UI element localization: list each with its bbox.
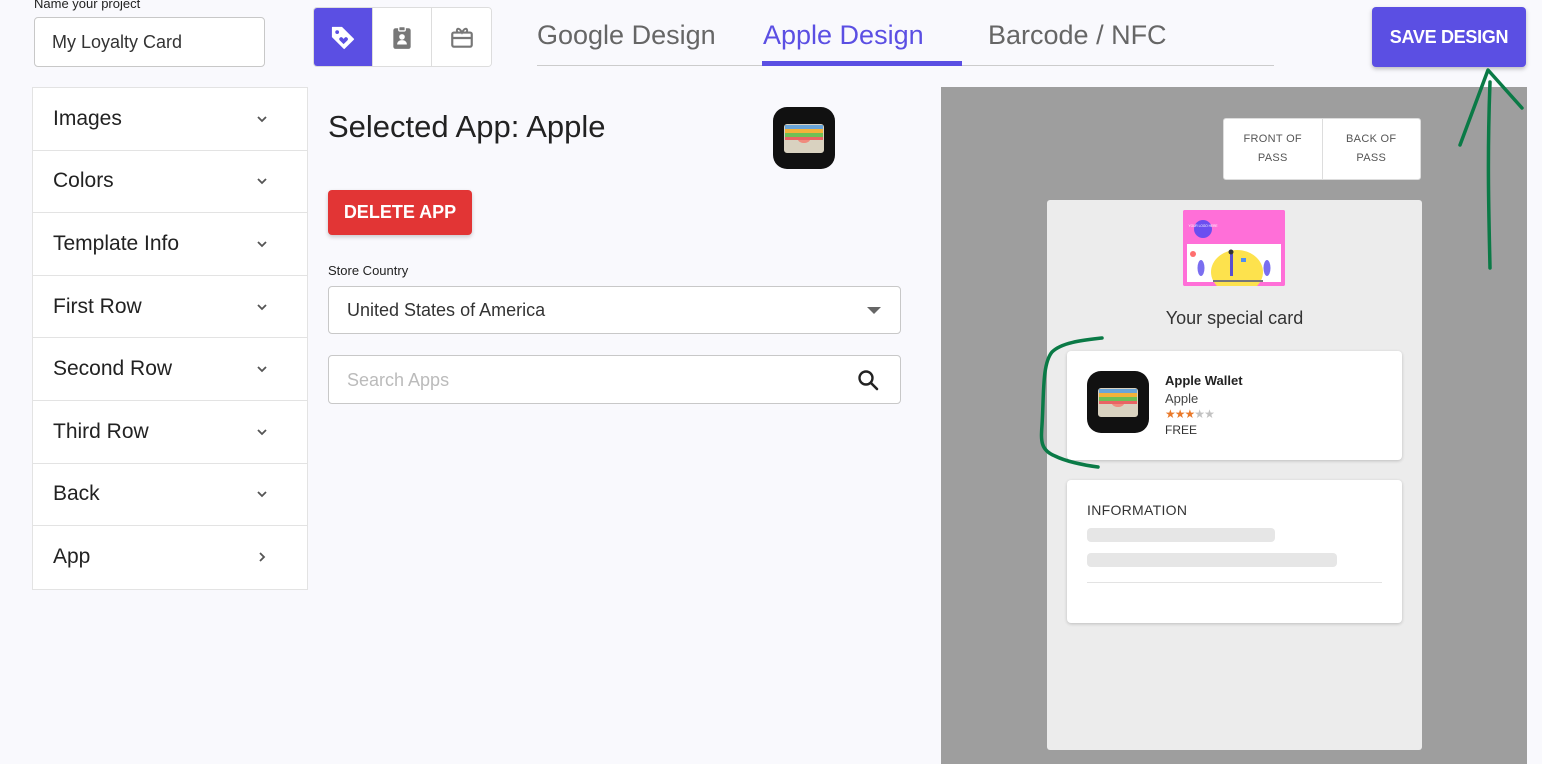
sidebar-item-label: Images bbox=[53, 106, 122, 130]
app-name: Apple Wallet bbox=[1165, 373, 1243, 388]
tab-apple-design[interactable]: Apple Design bbox=[763, 20, 924, 51]
id-badge-icon bbox=[393, 25, 411, 49]
star-empty-icon: ★ bbox=[1194, 407, 1205, 421]
store-country-label: Store Country bbox=[328, 263, 409, 278]
placeholder-line bbox=[1087, 553, 1337, 567]
star-filled-icon: ★ bbox=[1165, 407, 1176, 421]
tab-google-design[interactable]: Google Design bbox=[537, 20, 716, 51]
pass-preview-panel: FRONT OF PASS BACK OF PASS YOUR LOGO HER… bbox=[941, 87, 1527, 764]
wallet-app-icon bbox=[1087, 371, 1149, 433]
sidebar-item-label: Template Info bbox=[53, 231, 180, 255]
project-name-input[interactable]: My Loyalty Card bbox=[34, 17, 265, 67]
settings-sidebar: Images Colors Template Info First Row Se… bbox=[32, 87, 308, 590]
sidebar-item-label: Back bbox=[53, 482, 100, 506]
sidebar-item-app[interactable]: App bbox=[33, 526, 307, 589]
store-country-value: United States of America bbox=[347, 300, 546, 320]
sidebar-item-label: Colors bbox=[53, 169, 114, 193]
pass-type-loyalty-button[interactable] bbox=[314, 8, 373, 66]
star-filled-icon: ★ bbox=[1174, 407, 1186, 421]
sidebar-item-back[interactable]: Back bbox=[33, 464, 307, 527]
divider bbox=[1087, 582, 1382, 583]
selected-app-title: Selected App: Apple bbox=[328, 109, 606, 144]
sidebar-item-label: Second Row bbox=[53, 357, 173, 381]
dropdown-caret-icon bbox=[867, 307, 881, 314]
strip-image: YOUR LOGO HERE bbox=[1183, 210, 1285, 286]
chevron-down-icon bbox=[257, 366, 267, 373]
tab-barcode-nfc[interactable]: Barcode / NFC bbox=[988, 20, 1167, 51]
app-price: FREE bbox=[1165, 423, 1198, 437]
chevron-down-icon bbox=[257, 303, 267, 310]
strip-logo-text: YOUR LOGO HERE bbox=[1188, 224, 1217, 228]
star-empty-icon: ★ bbox=[1204, 407, 1215, 421]
search-apps-input[interactable]: Search Apps bbox=[328, 355, 901, 404]
linked-app-card[interactable]: Apple Wallet Apple ★★★★★ FREE bbox=[1067, 351, 1402, 460]
sidebar-item-second-row[interactable]: Second Row bbox=[33, 338, 307, 401]
sidebar-item-colors[interactable]: Colors bbox=[33, 151, 307, 214]
active-tab-indicator bbox=[762, 61, 962, 66]
chevron-right-icon bbox=[259, 552, 266, 563]
pass-preview-card: YOUR LOGO HERE Your special card Apple W… bbox=[1047, 200, 1422, 750]
project-name-label: Name your project bbox=[34, 0, 141, 11]
chevron-down-icon bbox=[257, 241, 267, 248]
chevron-down-icon bbox=[257, 178, 267, 185]
app-developer: Apple bbox=[1165, 391, 1199, 406]
sidebar-item-first-row[interactable]: First Row bbox=[33, 276, 307, 339]
search-apps-placeholder: Search Apps bbox=[347, 370, 450, 390]
loyalty-tag-icon bbox=[331, 26, 355, 50]
gift-card-icon bbox=[450, 27, 473, 48]
information-card: INFORMATION bbox=[1067, 480, 1402, 623]
pass-type-gift-button[interactable] bbox=[432, 8, 491, 66]
card-title: Your special card bbox=[1165, 308, 1304, 328]
star-filled-icon: ★ bbox=[1184, 407, 1196, 421]
pass-type-id-button[interactable] bbox=[373, 8, 432, 66]
sidebar-item-images[interactable]: Images bbox=[33, 88, 307, 151]
app-rating-stars: ★★★★★ bbox=[1165, 407, 1215, 421]
sidebar-item-third-row[interactable]: Third Row bbox=[33, 401, 307, 464]
chevron-down-icon bbox=[257, 116, 267, 123]
store-country-select[interactable]: United States of America bbox=[328, 286, 901, 334]
sidebar-item-label: App bbox=[53, 545, 91, 569]
front-of-pass-button[interactable]: FRONT OF PASS bbox=[1224, 119, 1323, 179]
delete-app-button[interactable]: DELETE APP bbox=[328, 190, 472, 235]
search-icon[interactable] bbox=[856, 368, 880, 392]
chevron-down-icon bbox=[257, 491, 267, 498]
pass-side-toggle: FRONT OF PASS BACK OF PASS bbox=[1223, 118, 1421, 180]
chevron-down-icon bbox=[257, 429, 267, 436]
back-of-pass-button[interactable]: BACK OF PASS bbox=[1323, 119, 1421, 179]
sidebar-item-label: Third Row bbox=[53, 419, 149, 443]
save-design-button[interactable]: SAVE DESIGN bbox=[1372, 7, 1526, 67]
placeholder-line bbox=[1087, 528, 1275, 542]
pass-type-selector bbox=[313, 7, 492, 67]
sidebar-item-label: First Row bbox=[53, 294, 142, 318]
wallet-app-icon bbox=[773, 107, 835, 169]
design-tabs: Google Design Apple Design Barcode / NFC bbox=[537, 0, 1274, 66]
sidebar-item-template-info[interactable]: Template Info bbox=[33, 213, 307, 276]
information-title: INFORMATION bbox=[1087, 502, 1188, 518]
